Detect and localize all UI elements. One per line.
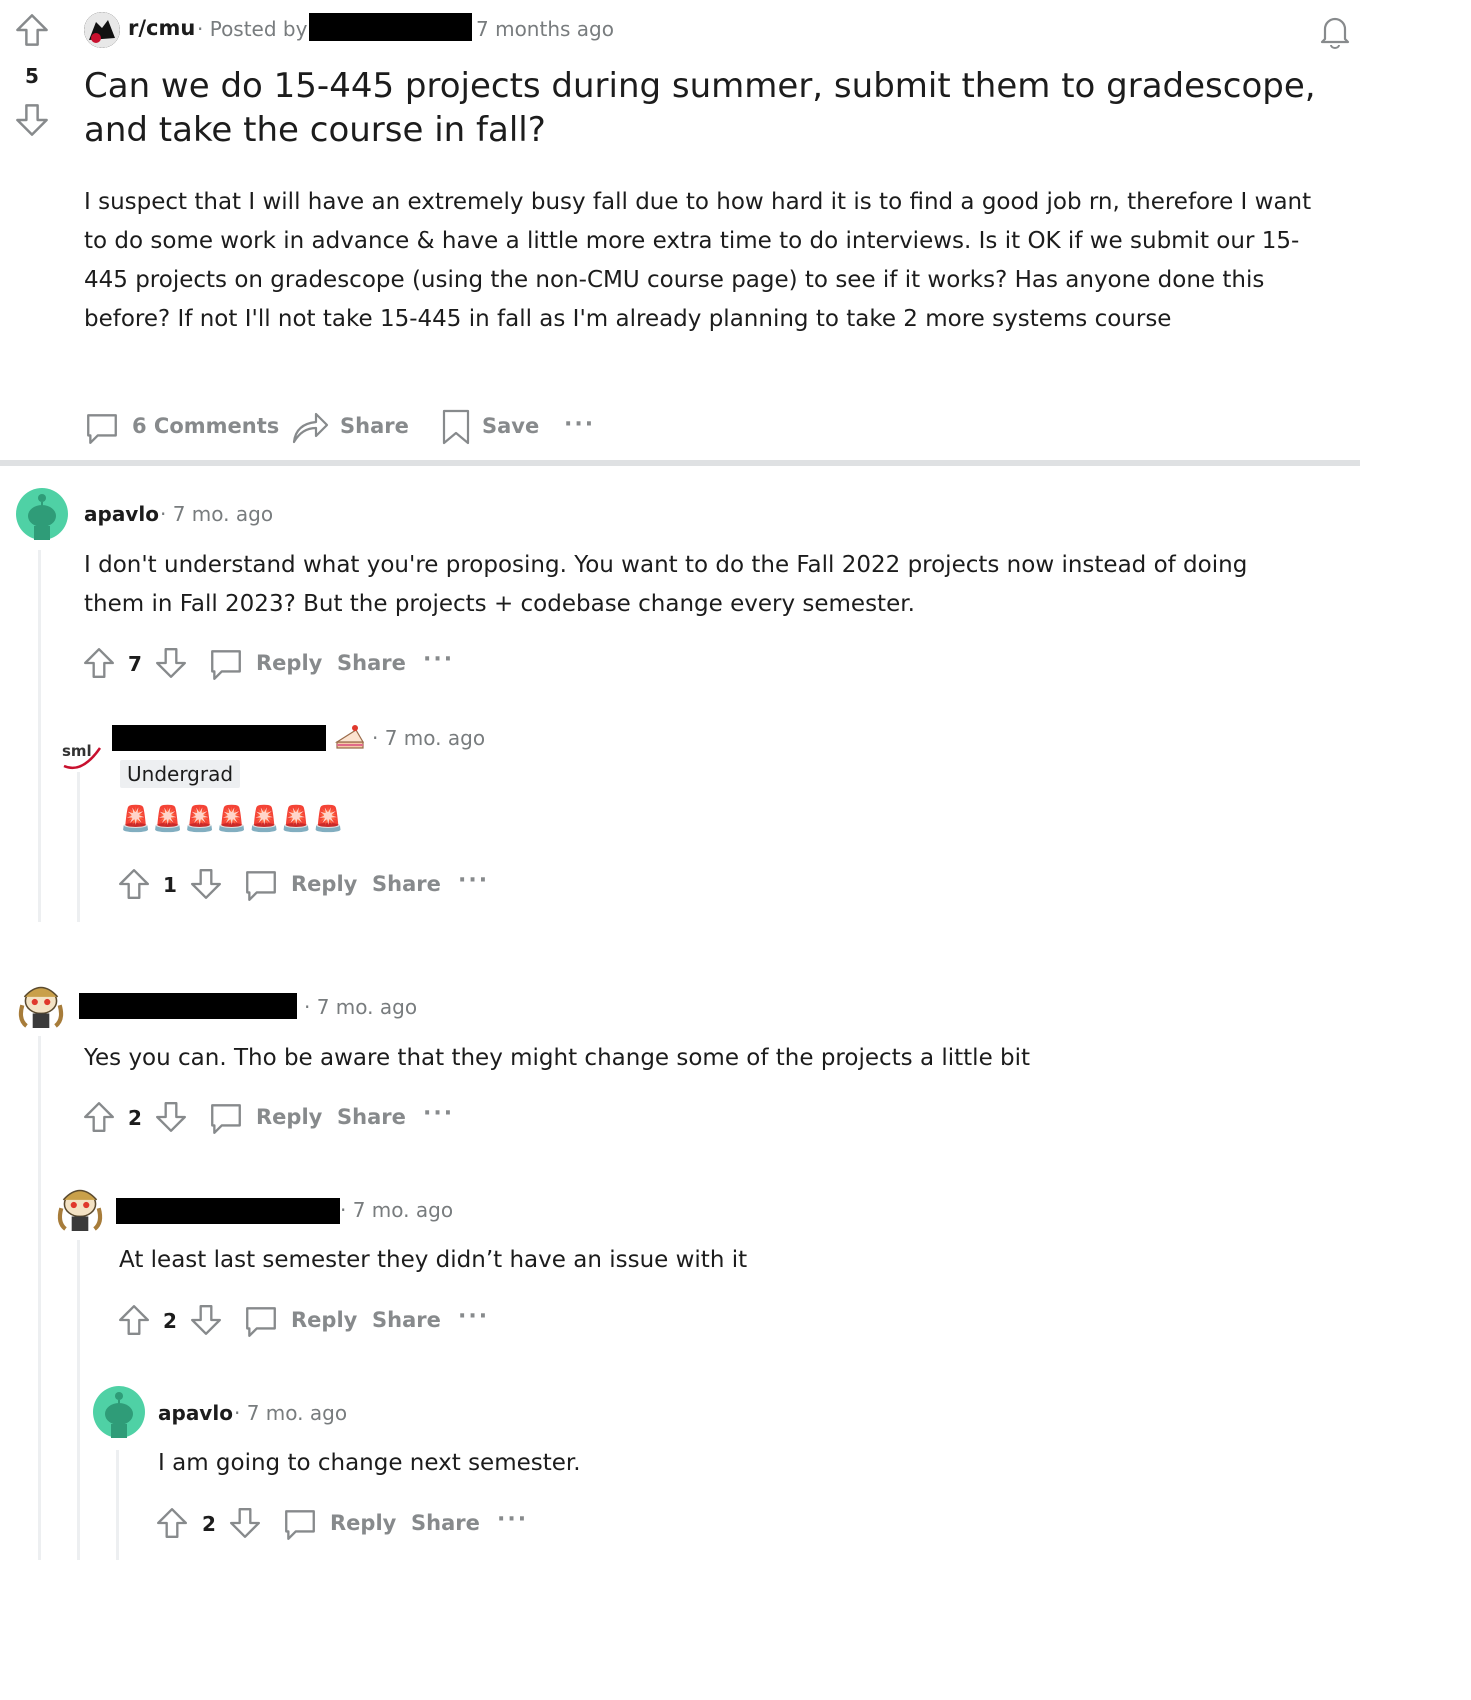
reply-icon[interactable]: [243, 1303, 279, 1339]
reply-button[interactable]: Reply: [291, 1308, 357, 1332]
user-flair: Undergrad: [120, 760, 241, 788]
comment-author[interactable]: apavlo: [158, 1401, 233, 1425]
avatar[interactable]: [53, 1175, 107, 1233]
comment-time: · 7 mo. ago: [234, 1401, 348, 1425]
comment-text: Yes you can. Tho be aware that they migh…: [84, 1045, 1031, 1071]
comment-score: 2: [128, 1106, 142, 1130]
more-options-button[interactable]: ···: [497, 1507, 528, 1532]
bookmark-icon[interactable]: [440, 408, 472, 446]
bell-icon[interactable]: [1316, 12, 1354, 50]
subreddit-name[interactable]: r/cmu: [128, 16, 195, 40]
share-button[interactable]: Share: [340, 414, 409, 438]
downvote-icon[interactable]: [14, 102, 50, 138]
reply-icon[interactable]: [208, 646, 244, 682]
upvote-icon[interactable]: [117, 1303, 151, 1337]
post-time: 7 months ago: [476, 17, 614, 41]
upvote-icon[interactable]: [14, 12, 50, 48]
upvote-icon[interactable]: [117, 867, 151, 901]
upvote-icon[interactable]: [82, 1100, 116, 1134]
more-options-button[interactable]: ···: [423, 647, 454, 672]
redacted-username: [112, 725, 326, 751]
comment-text: I am going to change next semester.: [158, 1450, 581, 1476]
share-button[interactable]: Share: [337, 1105, 406, 1129]
comment-time: · 7 mo. ago: [160, 502, 274, 526]
reply-button[interactable]: Reply: [330, 1511, 396, 1535]
reply-icon[interactable]: [282, 1506, 318, 1542]
post-score: 5: [25, 64, 39, 88]
downvote-icon[interactable]: [154, 1100, 188, 1134]
share-button[interactable]: Share: [372, 1308, 441, 1332]
downvote-icon[interactable]: [228, 1506, 262, 1540]
reply-button[interactable]: Reply: [291, 872, 357, 896]
downvote-icon[interactable]: [154, 646, 188, 680]
share-icon[interactable]: [290, 406, 330, 446]
avatar[interactable]: sml: [56, 726, 108, 778]
reply-icon[interactable]: [243, 867, 279, 903]
avatar[interactable]: [93, 1386, 145, 1438]
thread-line[interactable]: [116, 1450, 119, 1560]
comment-time: · 7 mo. ago: [340, 1198, 454, 1222]
redacted-username: [116, 1198, 340, 1224]
comments-button[interactable]: 6 Comments: [132, 414, 279, 438]
more-options-button[interactable]: ···: [564, 412, 595, 437]
share-button[interactable]: Share: [411, 1511, 480, 1535]
thread-line[interactable]: [77, 1240, 80, 1560]
avatar-text: sml: [62, 742, 92, 760]
comment-author[interactable]: apavlo: [84, 502, 159, 526]
more-options-button[interactable]: ···: [458, 868, 489, 893]
comment-score: 1: [163, 873, 177, 897]
section-divider: [0, 460, 1360, 466]
comments-icon[interactable]: [84, 410, 120, 446]
thread-line[interactable]: [38, 1036, 41, 1560]
posted-by-label: · Posted by: [197, 17, 308, 41]
more-options-button[interactable]: ···: [423, 1101, 454, 1126]
upvote-icon[interactable]: [155, 1506, 189, 1540]
share-button[interactable]: Share: [372, 872, 441, 896]
avatar[interactable]: [14, 972, 68, 1030]
post-body: I suspect that I will have an extremely …: [84, 189, 1312, 332]
reply-button[interactable]: Reply: [256, 1105, 322, 1129]
comment-text: I don't understand what you're proposing…: [84, 552, 1248, 617]
cake-icon: [334, 720, 366, 756]
comment-score: 7: [128, 652, 142, 676]
thread-line[interactable]: [77, 772, 80, 922]
upvote-icon[interactable]: [82, 646, 116, 680]
comment-time: · 7 mo. ago: [372, 726, 486, 750]
comment-text: 🚨🚨🚨🚨🚨🚨🚨: [120, 804, 345, 833]
comment-score: 2: [163, 1309, 177, 1333]
comment-time: · 7 mo. ago: [304, 995, 418, 1019]
redacted-username: [79, 993, 297, 1019]
save-button[interactable]: Save: [482, 414, 539, 438]
thread-line[interactable]: [38, 550, 41, 922]
downvote-icon[interactable]: [189, 1303, 223, 1337]
share-button[interactable]: Share: [337, 651, 406, 675]
redacted-username: [309, 13, 472, 41]
subreddit-avatar[interactable]: [84, 12, 120, 48]
more-options-button[interactable]: ···: [458, 1304, 489, 1329]
comment-score: 2: [202, 1512, 216, 1536]
reply-button[interactable]: Reply: [256, 651, 322, 675]
post-title[interactable]: Can we do 15-445 projects during summer,…: [84, 64, 1334, 152]
reply-icon[interactable]: [208, 1100, 244, 1136]
avatar[interactable]: [16, 488, 68, 540]
downvote-icon[interactable]: [189, 867, 223, 901]
comment-text: At least last semester they didn’t have …: [119, 1247, 748, 1273]
